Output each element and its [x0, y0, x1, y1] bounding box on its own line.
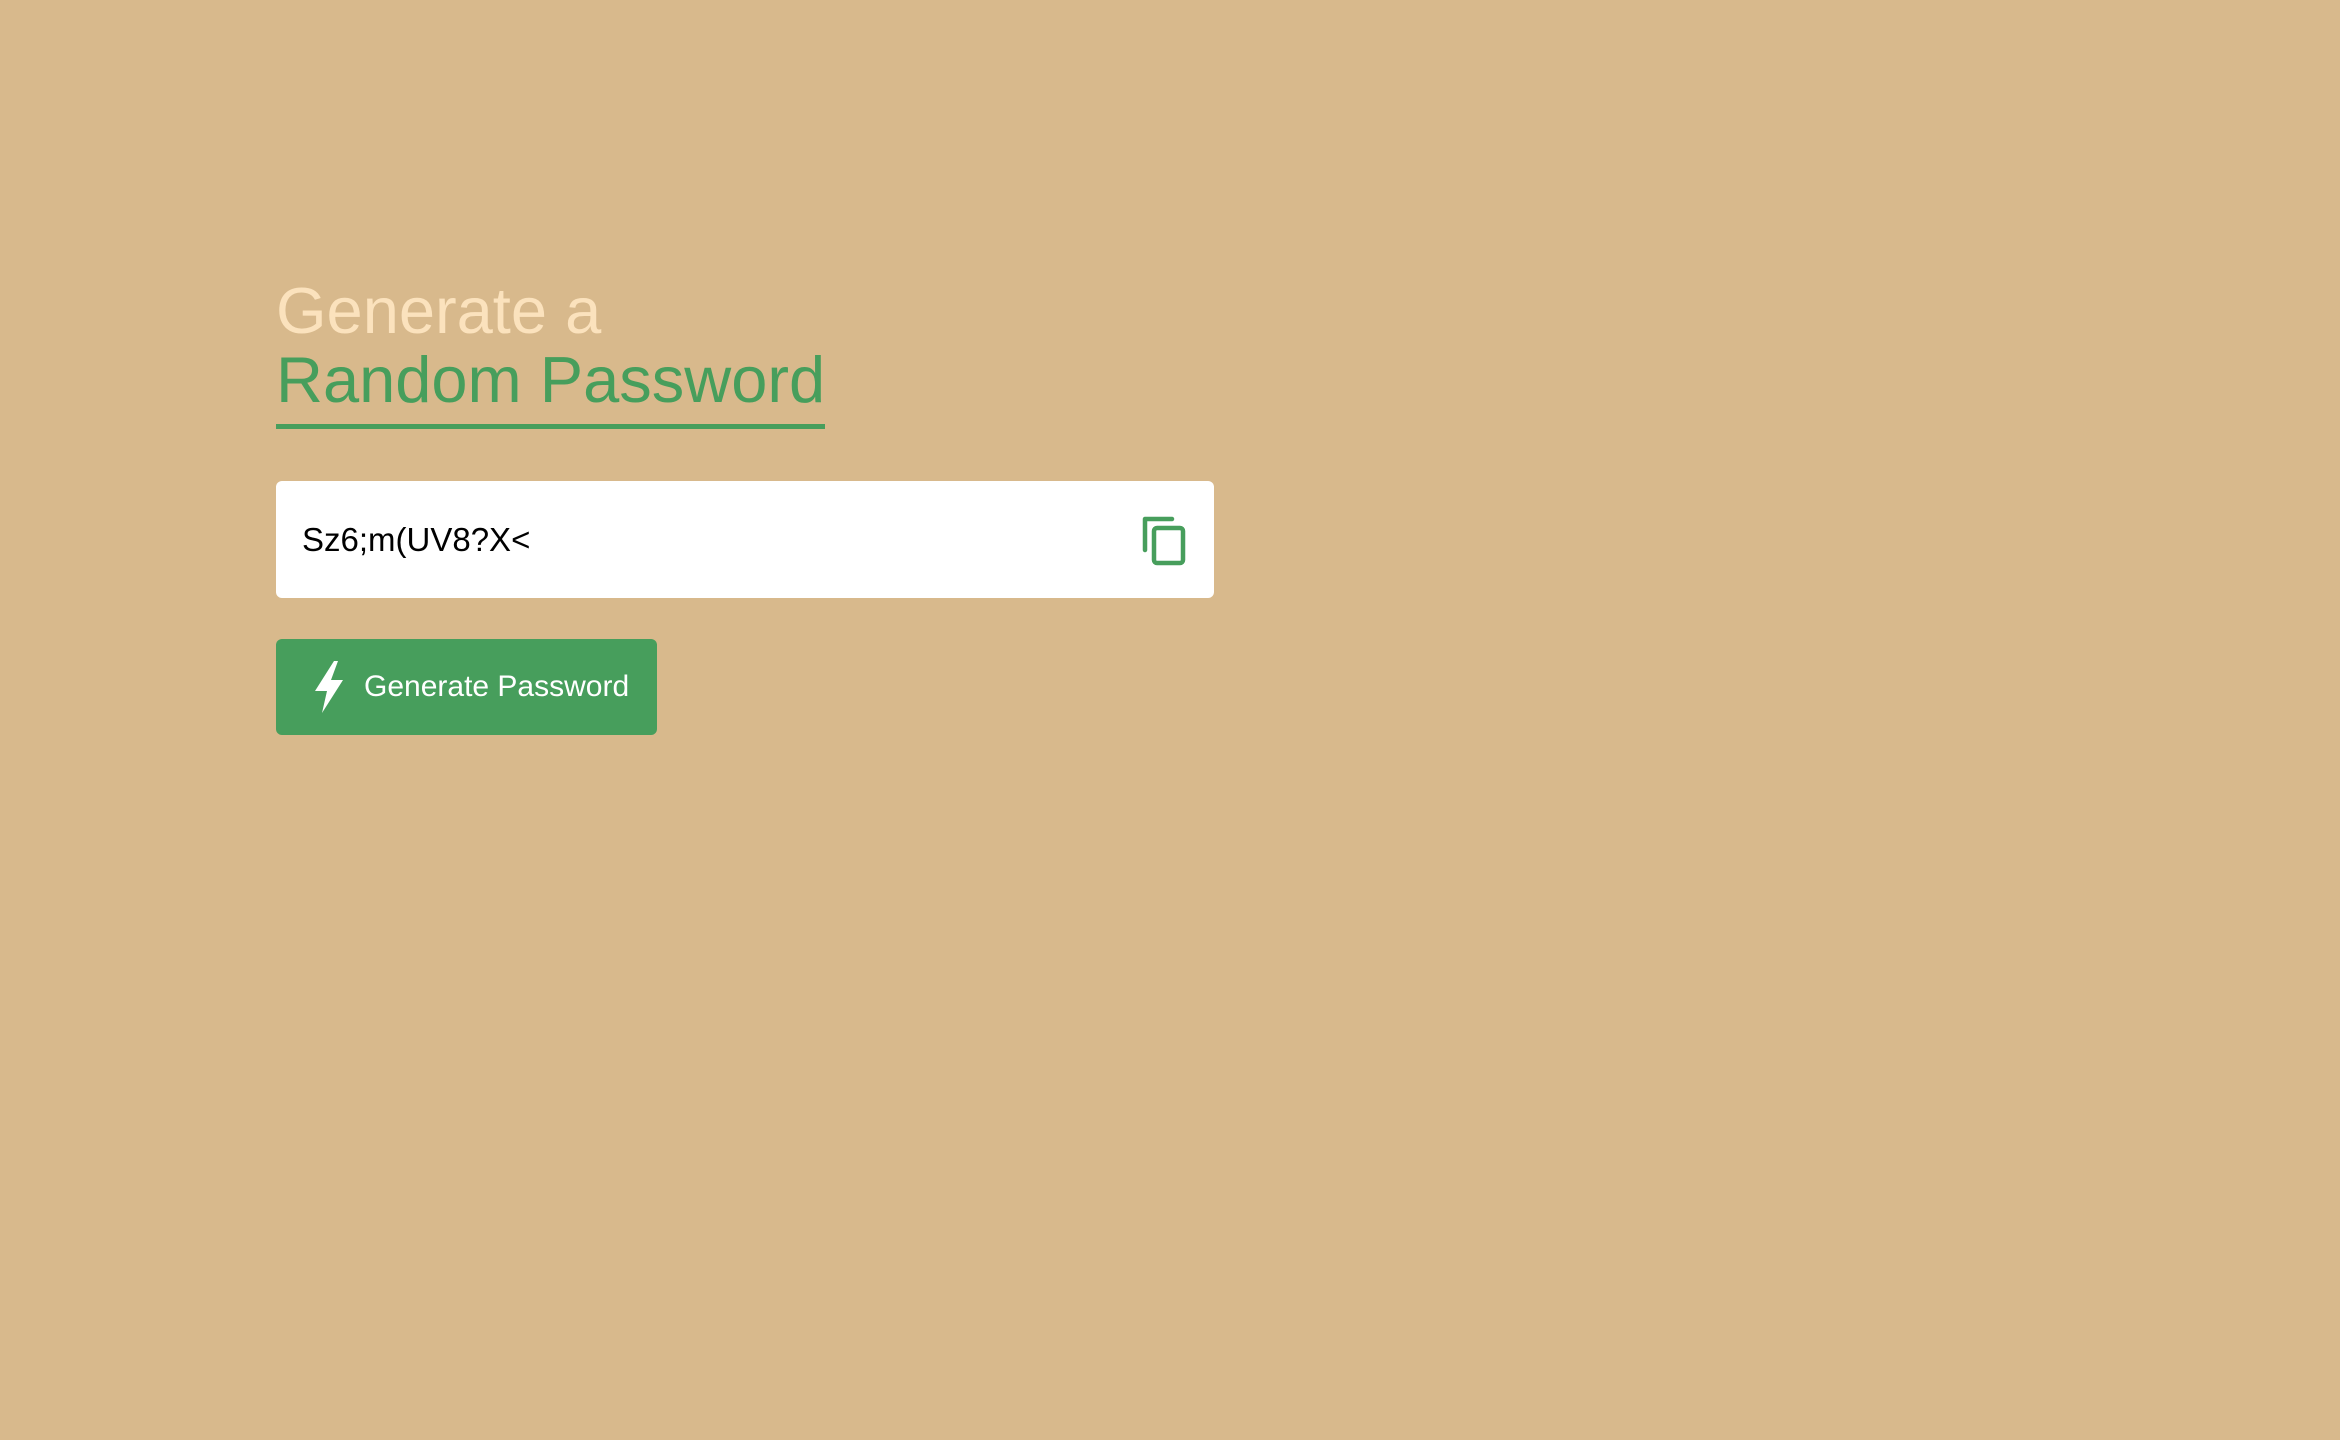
- copy-icon: [1142, 516, 1186, 566]
- generate-password-button[interactable]: Generate Password: [276, 639, 657, 735]
- password-output-field[interactable]: [302, 481, 1082, 598]
- lightning-bolt-icon: [310, 661, 348, 713]
- password-generator: Generate a Random Password Generate Pass…: [276, 276, 1214, 735]
- title-line-1: Generate a: [276, 274, 602, 347]
- generate-button-label: Generate Password: [364, 670, 630, 703]
- title-line-2: Random Password: [276, 345, 826, 429]
- copy-button[interactable]: [1134, 511, 1194, 571]
- page-title: Generate a Random Password: [276, 274, 826, 429]
- password-field-container: [276, 481, 1214, 598]
